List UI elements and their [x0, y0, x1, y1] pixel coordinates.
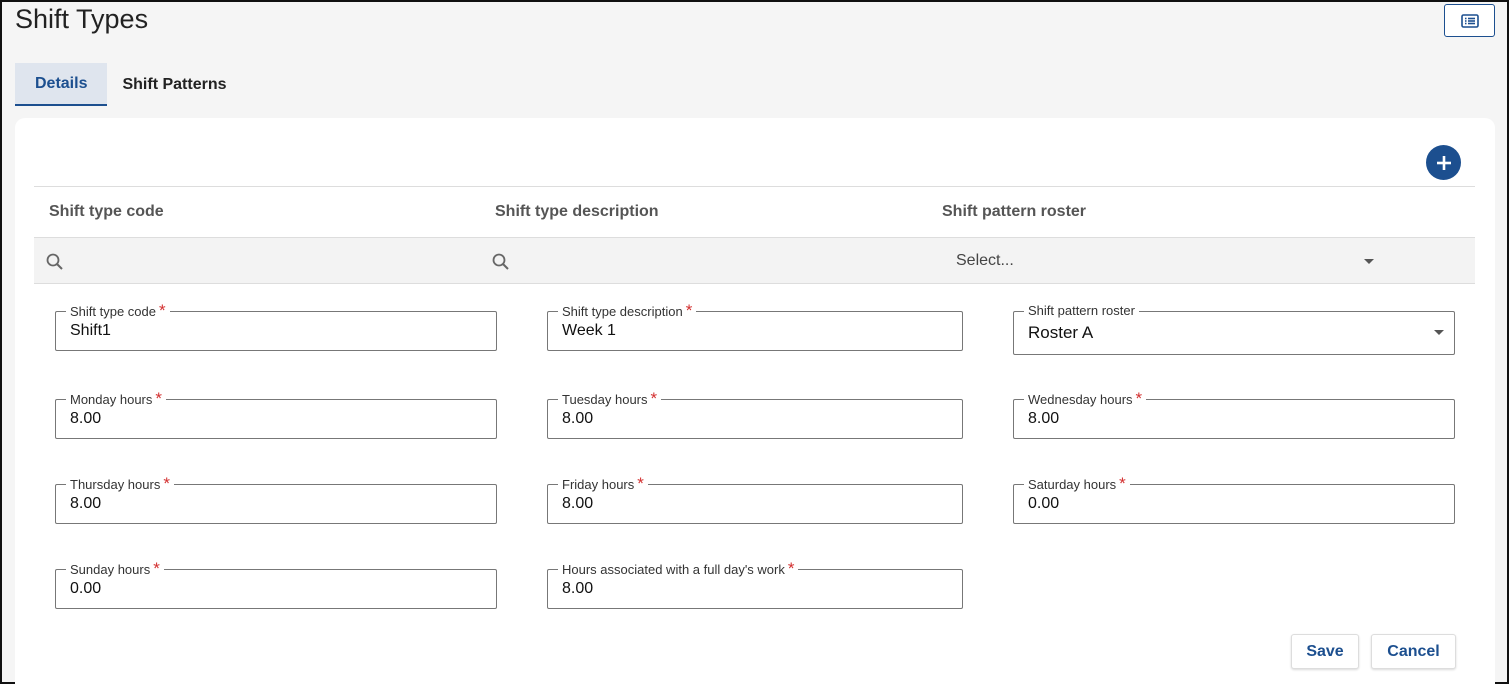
column-header-shift-type-description[interactable]: Shift type description	[495, 203, 659, 221]
save-button[interactable]: Save	[1291, 634, 1359, 669]
friday-hours-label: Friday hours *	[558, 475, 648, 493]
tab-shift-patterns[interactable]: Shift Patterns	[107, 63, 241, 106]
filter-row: Select...	[34, 238, 1475, 284]
saturday-hours-label: Saturday hours *	[1024, 475, 1130, 493]
sunday-hours-label: Sunday hours *	[66, 560, 164, 578]
shift-type-description-field[interactable]: Shift type description * Week 1	[547, 302, 963, 351]
shift-pattern-roster-value: Roster A	[1028, 323, 1094, 342]
monday-hours-field[interactable]: Monday hours * 8.00	[55, 390, 497, 439]
shift-pattern-roster-select[interactable]: Shift pattern roster Roster A	[1013, 303, 1455, 355]
list-view-button[interactable]	[1444, 4, 1495, 37]
roster-filter-select[interactable]: Select...	[956, 238, 1374, 284]
wednesday-hours-value: 8.00	[1028, 410, 1060, 427]
chevron-down-icon	[1434, 330, 1444, 335]
grid-header: Shift type code Shift type description S…	[34, 186, 1475, 238]
shift-type-code-label: Shift type code *	[66, 302, 170, 320]
tab-bar: Details Shift Patterns	[15, 63, 241, 106]
wednesday-hours-field[interactable]: Wednesday hours * 8.00	[1013, 390, 1455, 439]
cancel-button[interactable]: Cancel	[1371, 634, 1456, 669]
add-button[interactable]	[1426, 145, 1461, 180]
friday-hours-value: 8.00	[562, 495, 594, 512]
column-header-shift-type-code[interactable]: Shift type code	[49, 203, 164, 221]
shift-type-description-value: Week 1	[562, 322, 616, 339]
shift-pattern-roster-label: Shift pattern roster	[1024, 303, 1139, 319]
tuesday-hours-value: 8.00	[562, 410, 594, 427]
saturday-hours-field[interactable]: Saturday hours * 0.00	[1013, 475, 1455, 524]
shift-type-code-value: Shift1	[70, 322, 111, 339]
column-header-shift-pattern-roster[interactable]: Shift pattern roster	[942, 203, 1086, 221]
friday-hours-field[interactable]: Friday hours * 8.00	[547, 475, 963, 524]
details-card: Shift type code Shift type description S…	[15, 118, 1495, 684]
shift-type-description-label: Shift type description *	[558, 302, 697, 320]
full-day-hours-label: Hours associated with a full day's work *	[558, 560, 799, 578]
sunday-hours-value: 0.00	[70, 580, 102, 597]
thursday-hours-label: Thursday hours *	[66, 475, 174, 493]
roster-filter-placeholder: Select...	[956, 252, 1014, 269]
page-title: Shift Types	[15, 4, 149, 34]
search-icon[interactable]	[491, 252, 511, 272]
list-view-icon	[1460, 13, 1479, 28]
plus-icon	[1436, 155, 1451, 170]
thursday-hours-value: 8.00	[70, 495, 102, 512]
tuesday-hours-field[interactable]: Tuesday hours * 8.00	[547, 390, 963, 439]
tuesday-hours-label: Tuesday hours *	[558, 390, 662, 408]
search-icon[interactable]	[45, 252, 65, 272]
thursday-hours-field[interactable]: Thursday hours * 8.00	[55, 475, 497, 524]
tab-details[interactable]: Details	[15, 63, 108, 106]
shift-type-code-field[interactable]: Shift type code * Shift1	[55, 302, 497, 351]
saturday-hours-value: 0.00	[1028, 495, 1060, 512]
monday-hours-value: 8.00	[70, 410, 102, 427]
full-day-hours-field[interactable]: Hours associated with a full day's work *…	[547, 560, 963, 609]
sunday-hours-field[interactable]: Sunday hours * 0.00	[55, 560, 497, 609]
full-day-hours-value: 8.00	[562, 580, 594, 597]
wednesday-hours-label: Wednesday hours *	[1024, 390, 1147, 408]
chevron-down-icon	[1364, 258, 1374, 264]
monday-hours-label: Monday hours *	[66, 390, 167, 408]
